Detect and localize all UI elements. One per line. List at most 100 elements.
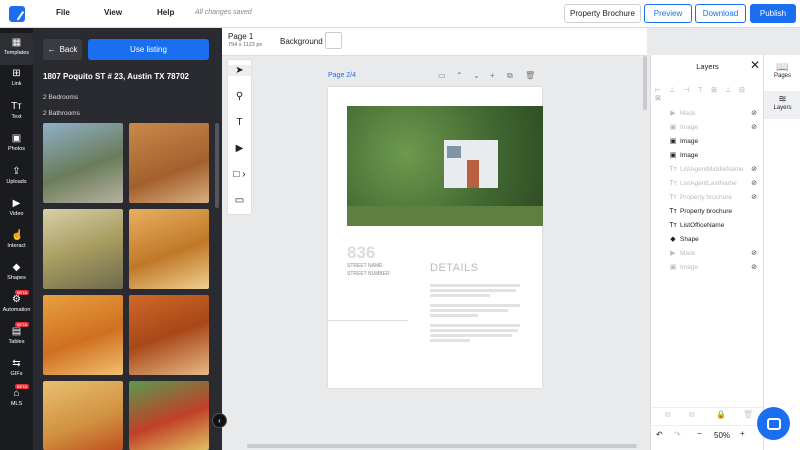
select-tool[interactable]: ➤ (228, 65, 251, 76)
canvas-horizontal-scrollbar[interactable] (247, 444, 637, 448)
rail-uploads[interactable]: ⇪ Uploads (0, 166, 33, 186)
house-photo[interactable] (347, 106, 543, 226)
comment-icon[interactable]: ▭ (438, 71, 446, 80)
layer-row[interactable]: ▶ Mask ⊘ (668, 107, 760, 119)
square-icon: □ › (233, 169, 246, 180)
rail-video[interactable]: ▶ Video (0, 199, 33, 218)
listing-photo[interactable] (43, 295, 123, 375)
rail-interact[interactable]: ☝ Interact (0, 231, 33, 250)
background-color-swatch[interactable] (325, 32, 342, 49)
zoom-level[interactable]: 50% (714, 431, 730, 440)
template-name-button[interactable]: Property Brochure (564, 4, 641, 23)
tab-layers[interactable]: ≋ Layers (764, 91, 800, 119)
photos-icon: ▣ (11, 133, 22, 144)
layer-label: Property brochure (680, 207, 733, 215)
listing-photo[interactable] (43, 381, 123, 450)
layer-row[interactable]: ▣ Image ⊘ (668, 261, 760, 273)
add-page-icon[interactable]: + (490, 71, 495, 80)
rail-mls[interactable]: BETA ⌂ MLS (0, 384, 33, 407)
video-tool[interactable]: ▶ (228, 143, 251, 154)
layer-label: ListAgentLastName (680, 179, 737, 187)
shape-tool[interactable]: □ › (228, 169, 251, 180)
download-button[interactable]: Download (695, 4, 746, 23)
layer-label: Image (680, 137, 699, 145)
collapse-panel-button[interactable]: ‹ (212, 413, 227, 428)
duplicate-icon[interactable]: ⧉ (507, 71, 513, 81)
body-text-line (430, 294, 490, 297)
street-number[interactable]: 836 (347, 243, 375, 263)
layer-row[interactable]: Tт Property brochure (668, 205, 760, 217)
rail-photos[interactable]: ▣ Photos (0, 133, 33, 153)
back-button[interactable]: ← Back (43, 39, 82, 60)
body-text-line (430, 289, 516, 292)
eye-hidden-icon[interactable]: ⊘ (751, 109, 757, 117)
duplicate-icon[interactable]: ⧉ (689, 410, 695, 420)
zoom-out-icon[interactable]: − (697, 429, 702, 438)
link-tool[interactable]: ⚲ (228, 91, 251, 102)
layer-actions: ⧉ ⧉ 🔒 🗑 (651, 407, 764, 423)
details-heading[interactable]: DETAILS (430, 262, 479, 274)
chat-button[interactable] (757, 407, 790, 440)
street-name-labels[interactable]: STREET NAME STREET NUMBER (347, 262, 390, 278)
zoom-in-icon[interactable]: + (740, 429, 745, 438)
listing-photo[interactable] (129, 123, 209, 203)
rail-gifs[interactable]: ⇆ GIFs (0, 359, 33, 378)
listing-photo[interactable] (129, 381, 209, 450)
trash-icon[interactable]: 🗑 (525, 71, 535, 80)
comment-tool[interactable]: ▭ (228, 195, 251, 206)
layer-row[interactable]: ▣ Image ⊘ (668, 121, 760, 133)
text-tool[interactable]: T (228, 117, 251, 128)
app-logo-icon[interactable] (9, 6, 25, 22)
publish-button[interactable]: Publish (750, 4, 796, 23)
design-page[interactable]: 836 STREET NAME STREET NUMBER DETAILS (328, 87, 543, 388)
close-icon[interactable]: ✕ (750, 58, 760, 72)
lock-icon[interactable]: 🔒 (716, 410, 726, 419)
rail-templates[interactable]: ▦ Templates (0, 33, 33, 65)
menu-view[interactable]: View (104, 8, 122, 17)
eye-hidden-icon[interactable]: ⊘ (751, 263, 757, 271)
rail-link[interactable]: ⊞ Link (0, 69, 33, 88)
menu-help[interactable]: Help (157, 8, 174, 17)
tab-pages[interactable]: 📖 Pages (764, 59, 800, 89)
preview-button[interactable]: Preview (644, 4, 692, 23)
rail-text[interactable]: Tт Text (0, 102, 33, 121)
eye-hidden-icon[interactable]: ⊘ (751, 193, 757, 201)
trash-icon[interactable]: 🗑 (743, 410, 753, 419)
page-name[interactable]: Page 1 (228, 32, 253, 41)
video-icon: ▶ (670, 110, 676, 117)
canvas-vertical-scrollbar[interactable] (643, 56, 647, 110)
align-toolbar[interactable]: ⊢ ⊥ ⊣ ⊤ ⊞ ⊥ ⊟ ⊠ (655, 86, 760, 102)
layer-row[interactable]: Tт ListAgentMiddleName ⊘ (668, 163, 760, 175)
layer-row[interactable]: ▶ Mask ⊘ (668, 247, 760, 259)
layers-panel: Layers ✕ ⊢ ⊥ ⊣ ⊤ ⊞ ⊥ ⊟ ⊠ ⧉ ⧉ 🔒 🗑 ▶ Mask ⊘ ▣… (650, 55, 764, 450)
chevron-up-icon[interactable]: ⌃ (456, 71, 463, 80)
layer-row[interactable]: Tт ListAgentLastName ⊘ (668, 177, 760, 189)
menu-file[interactable]: File (56, 8, 70, 17)
video-icon: ▶ (235, 143, 244, 154)
listing-photo[interactable] (43, 123, 123, 203)
eye-hidden-icon[interactable]: ⊘ (751, 123, 757, 131)
listing-photo[interactable] (43, 209, 123, 289)
eye-hidden-icon[interactable]: ⊘ (751, 165, 757, 173)
chevron-down-icon[interactable]: ⌄ (473, 71, 480, 80)
listing-photo[interactable] (129, 209, 209, 289)
listing-photo[interactable] (129, 295, 209, 375)
copy-icon[interactable]: ⧉ (665, 410, 671, 420)
undo-icon[interactable]: ↶ (656, 430, 663, 439)
rail-automation[interactable]: BETA ⚙ Automation (0, 290, 33, 313)
page-dimensions: 794 x 1123 px (228, 42, 263, 48)
panel-scrollbar[interactable] (215, 123, 219, 208)
eye-hidden-icon[interactable]: ⊘ (751, 249, 757, 257)
body-text-line (430, 304, 520, 307)
upload-icon: ⇪ (12, 166, 21, 177)
rail-shapes[interactable]: ◆ Shapes (0, 263, 33, 282)
layer-row[interactable]: ▣ Image (668, 135, 760, 147)
use-listing-button[interactable]: Use listing (88, 39, 209, 60)
rail-tables[interactable]: BETA ▤ Tables (0, 322, 33, 345)
redo-icon[interactable]: ↷ (674, 430, 681, 439)
layer-row[interactable]: Tт ListOfficeName (668, 219, 760, 231)
layer-row[interactable]: ◆ Shape (668, 233, 760, 245)
layer-row[interactable]: Tт Property brochure ⊘ (668, 191, 760, 203)
eye-hidden-icon[interactable]: ⊘ (751, 179, 757, 187)
layer-row[interactable]: ▣ Image (668, 149, 760, 161)
